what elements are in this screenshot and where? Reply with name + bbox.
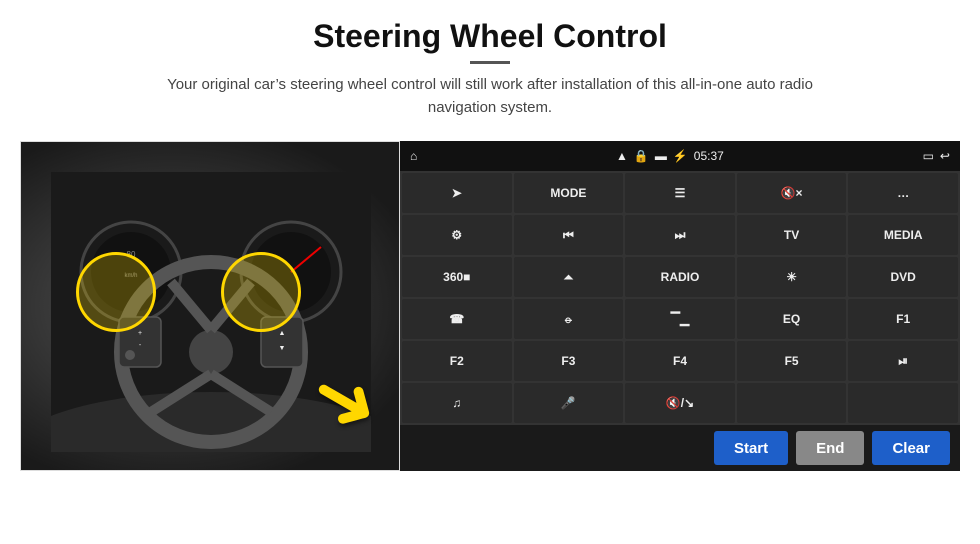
car-image-section: 80 km/h + - [20, 141, 400, 471]
grid-btn-r5-c2[interactable]: 🔇/↘ [625, 383, 735, 423]
grid-btn-r5-c1[interactable]: 🎤 [514, 383, 624, 423]
grid-btn-r5-c4[interactable] [848, 383, 958, 423]
bottom-bar: Start End Clear [400, 425, 960, 471]
start-button[interactable]: Start [714, 431, 788, 465]
sd-icon: ▬ [655, 149, 667, 163]
highlight-right [221, 252, 301, 332]
wifi-icon: ▲ [616, 149, 628, 163]
grid-btn-r1-c2[interactable]: ⏭ [625, 215, 735, 255]
lock-icon: 🔒 [634, 149, 649, 163]
grid-btn-r3-c2[interactable]: ▔▁ [625, 299, 735, 339]
grid-btn-r3-c0[interactable]: ☎ [402, 299, 512, 339]
highlight-left [76, 252, 156, 332]
screen-icon: ▭ [923, 149, 934, 163]
content-row: 80 km/h + - [20, 141, 960, 471]
grid-btn-r1-c1[interactable]: ⏮ [514, 215, 624, 255]
grid-btn-r2-c2[interactable]: RADIO [625, 257, 735, 297]
grid-btn-r0-c3[interactable]: 🔇× [737, 173, 847, 213]
svg-text:+: + [138, 330, 142, 337]
time-display: 05:37 [694, 149, 724, 163]
grid-btn-r1-c3[interactable]: TV [737, 215, 847, 255]
grid-btn-r5-c0[interactable]: ♫ [402, 383, 512, 423]
grid-btn-r2-c4[interactable]: DVD [848, 257, 958, 297]
grid-btn-r0-c0[interactable]: ➤ [402, 173, 512, 213]
status-center: ▲ 🔒 ▬ ⚡ 05:37 [616, 149, 724, 163]
grid-btn-r4-c3[interactable]: F5 [737, 341, 847, 381]
grid-btn-r4-c4[interactable]: ⏯ [848, 341, 958, 381]
grid-btn-r0-c4[interactable]: … [848, 173, 958, 213]
grid-btn-r4-c0[interactable]: F2 [402, 341, 512, 381]
grid-btn-r1-c0[interactable]: ⚙ [402, 215, 512, 255]
title-section: Steering Wheel Control Your original car… [150, 18, 830, 133]
grid-btn-r2-c1[interactable]: ⏶ [514, 257, 624, 297]
home-icon[interactable]: ⌂ [410, 149, 417, 163]
grid-btn-r0-c1[interactable]: MODE [514, 173, 624, 213]
title-divider [470, 61, 510, 64]
clear-button[interactable]: Clear [872, 431, 950, 465]
head-unit-panel: ⌂ ▲ 🔒 ▬ ⚡ 05:37 ▭ ↩ ➤MODE☰🔇×… ⚙⏮⏭TVMEDIA 3… [400, 141, 960, 471]
grid-btn-r1-c4[interactable]: MEDIA [848, 215, 958, 255]
grid-btn-r0-c2[interactable]: ☰ [625, 173, 735, 213]
grid-btn-r3-c1[interactable]: ⦵ [514, 299, 624, 339]
grid-btn-r2-c0[interactable]: 360■ [402, 257, 512, 297]
bt-icon: ⚡ [673, 149, 688, 163]
grid-btn-r4-c2[interactable]: F4 [625, 341, 735, 381]
grid-btn-r2-c3[interactable]: ☀ [737, 257, 847, 297]
grid-btn-r3-c4[interactable]: F1 [848, 299, 958, 339]
grid-btn-r3-c3[interactable]: EQ [737, 299, 847, 339]
page-container: Steering Wheel Control Your original car… [0, 0, 980, 544]
end-button[interactable]: End [796, 431, 864, 465]
page-title: Steering Wheel Control [150, 18, 830, 55]
status-bar: ⌂ ▲ 🔒 ▬ ⚡ 05:37 ▭ ↩ [400, 141, 960, 171]
page-subtitle: Your original car’s steering wheel contr… [150, 74, 830, 119]
svg-text:▼: ▼ [279, 345, 286, 352]
grid-btn-r5-c3[interactable] [737, 383, 847, 423]
status-right: ▭ ↩ [923, 149, 950, 163]
back-icon[interactable]: ↩ [940, 149, 950, 163]
svg-text:▲: ▲ [279, 330, 286, 337]
grid-btn-r4-c1[interactable]: F3 [514, 341, 624, 381]
car-image-bg: 80 km/h + - [21, 142, 399, 470]
status-left: ⌂ [410, 149, 417, 163]
button-grid: ➤MODE☰🔇×…⚙⏮⏭TVMEDIA360■⏶RADIO☀DVD☎⦵▔▁EQF… [400, 171, 960, 425]
